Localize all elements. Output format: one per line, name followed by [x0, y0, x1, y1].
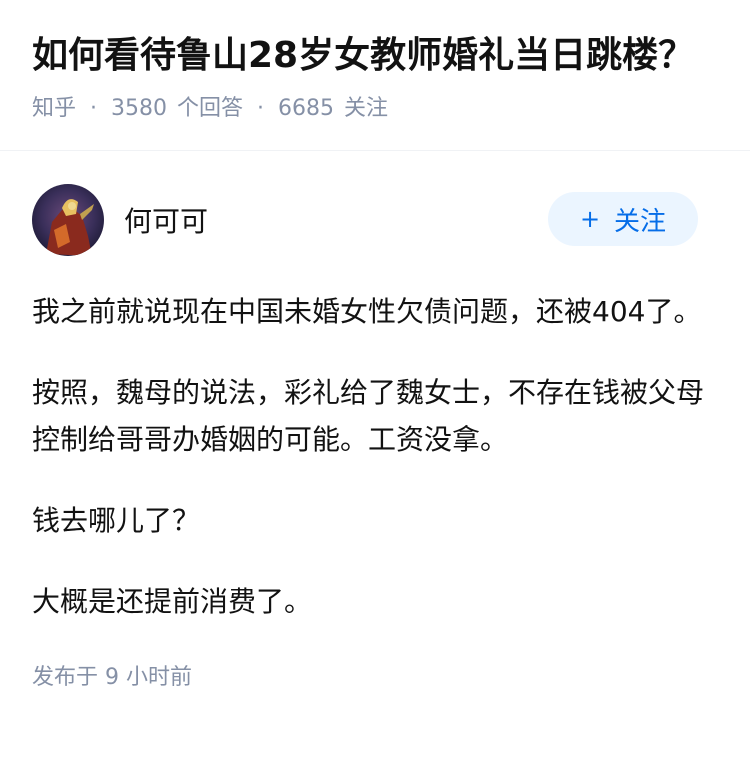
publish-time: 发布于 9 小时前 [32, 665, 192, 690]
section-divider [0, 150, 750, 151]
author-avatar[interactable] [32, 184, 104, 256]
answer-count: 3580 [111, 96, 168, 121]
answer-paragraph: 钱去哪儿了？ [32, 504, 201, 537]
follower-count-label: 关注 [344, 96, 389, 121]
follow-button-label: 关注 [614, 206, 667, 237]
follower-count: 6685 [278, 96, 335, 121]
separator-dot: · [90, 96, 98, 121]
separator-dot: · [257, 96, 265, 121]
answer-content: 我之前就说现在中国未婚女性欠债问题，还被404了。 按照，魏母的说法，彩礼给了魏… [32, 288, 718, 625]
author-name[interactable]: 何可可 [124, 200, 208, 240]
answer-paragraph: 按照，魏母的说法，彩礼给了魏女士，不存在钱被父母控制给哥哥办婚姻的可能。工资没拿… [32, 376, 705, 456]
question-title[interactable]: 如何看待鲁山28岁女教师婚礼当日跳楼？ [32, 32, 718, 80]
question-meta: 知乎 · 3580 个回答 · 6685 关注 [32, 94, 718, 124]
source-label[interactable]: 知乎 [32, 94, 76, 124]
answer-card: 何可可 + 关注 我之前就说现在中国未婚女性欠债问题，还被404了。 按照，魏母… [0, 184, 750, 691]
answer-paragraph: 大概是还提前消费了。 [32, 585, 313, 618]
answer-paragraph: 我之前就说现在中国未婚女性欠债问题，还被404了。 [32, 295, 702, 328]
follow-button[interactable]: + 关注 [548, 192, 698, 246]
answer-count-label: 个回答 [177, 96, 244, 121]
author-row: 何可可 + 关注 [32, 184, 718, 256]
plus-icon: + [579, 205, 601, 233]
question-header: 如何看待鲁山28岁女教师婚礼当日跳楼？ 知乎 · 3580 个回答 · 6685… [0, 0, 750, 121]
